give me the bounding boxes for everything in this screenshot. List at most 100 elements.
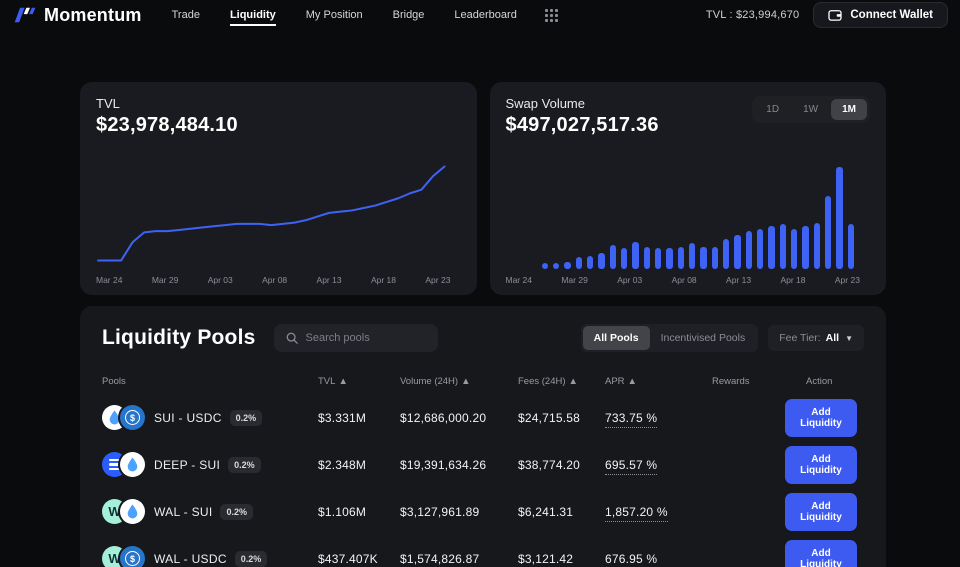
pool-apr: 676.95 %: [605, 552, 712, 566]
pool-cell: W $ WAL - USDC 0.2%: [102, 546, 318, 567]
sort-caret-icon: ▲: [338, 376, 347, 387]
nav-item-liquidity[interactable]: Liquidity: [230, 5, 276, 26]
connect-wallet-button[interactable]: Connect Wallet: [813, 2, 948, 28]
x-axis-label: Apr 08: [672, 275, 697, 285]
volume-bar: [700, 247, 706, 269]
volume-bar: [621, 248, 627, 269]
nav-item-leaderboard[interactable]: Leaderboard: [454, 5, 516, 25]
range-button-1m[interactable]: 1M: [831, 99, 867, 120]
fee-badge: 0.2%: [220, 504, 253, 520]
stat-cards-row: TVL $23,978,484.10 Mar 24Mar 29Apr 03Apr…: [80, 82, 886, 295]
table-row: W WAL - SUI 0.2% $1.106M $3,127,961.89 $…: [80, 488, 886, 535]
add-liquidity-button[interactable]: Add Liquidity: [785, 493, 857, 531]
x-axis-label: Mar 29: [152, 275, 178, 285]
x-axis-label: Mar 29: [561, 275, 587, 285]
add-liquidity-button[interactable]: Add Liquidity: [785, 540, 857, 567]
sui-token-icon: [120, 452, 145, 477]
fee-badge: 0.2%: [235, 551, 268, 567]
pool-cell: DEEP - SUI 0.2%: [102, 452, 318, 477]
col-volume[interactable]: Volume (24H)▲: [400, 376, 518, 387]
x-axis-label: Mar 24: [506, 275, 532, 285]
tvl-chart-x-axis: Mar 24Mar 29Apr 03Apr 08Apr 13Apr 18Apr …: [96, 275, 451, 285]
wallet-icon: [828, 9, 842, 21]
swap-volume-card: Swap Volume $497,027,517.36 1D 1W 1M Mar…: [490, 82, 887, 295]
search-input[interactable]: [306, 332, 426, 344]
pool-apr: 695.57 %: [605, 458, 712, 472]
volume-bar: [836, 167, 842, 269]
pool-pair: DEEP - SUI: [154, 458, 220, 472]
pool-pair: WAL - SUI: [154, 505, 212, 519]
pool-fees: $24,715.58: [518, 411, 605, 425]
top-nav: Momentum Trade Liquidity My Position Bri…: [0, 0, 960, 30]
table-row: W $ WAL - USDC 0.2% $437.407K $1,574,826…: [80, 535, 886, 567]
volume-bar: [768, 226, 774, 269]
sort-caret-icon: ▲: [461, 376, 470, 387]
swap-volume-bar-chart: [508, 147, 855, 269]
volume-bar: [791, 229, 797, 269]
x-axis-label: Apr 13: [726, 275, 751, 285]
col-pools: Pools: [102, 376, 318, 387]
chevron-down-icon: ▼: [845, 334, 853, 343]
table-row: $ SUI - USDC 0.2% $3.331M $12,686,000.20…: [80, 394, 886, 441]
liquidity-pools-panel: Liquidity Pools All Pools Incentivised P…: [80, 306, 886, 567]
col-fees[interactable]: Fees (24H)▲: [518, 376, 605, 387]
usdc-token-icon: $: [120, 405, 145, 430]
add-liquidity-button[interactable]: Add Liquidity: [785, 399, 857, 437]
sort-caret-icon: ▲: [628, 376, 637, 387]
range-selector: 1D 1W 1M: [752, 96, 870, 123]
pool-tvl: $2.348M: [318, 458, 400, 472]
swap-chart-x-axis: Mar 24Mar 29Apr 03Apr 08Apr 13Apr 18Apr …: [506, 275, 861, 285]
range-button-1w[interactable]: 1W: [792, 99, 829, 120]
pool-fees: $6,241.31: [518, 505, 605, 519]
pool-tvl: $3.331M: [318, 411, 400, 425]
volume-bar: [666, 248, 672, 269]
nav-item-my-position[interactable]: My Position: [306, 5, 363, 25]
col-action: Action: [785, 376, 864, 387]
range-button-1d[interactable]: 1D: [755, 99, 790, 120]
volume-bar: [587, 256, 593, 269]
usdc-token-icon: $: [120, 546, 145, 567]
pool-apr: 733.75 %: [605, 411, 712, 425]
pool-cell: W WAL - SUI 0.2%: [102, 499, 318, 524]
nav-item-trade[interactable]: Trade: [172, 5, 200, 25]
fee-badge: 0.2%: [230, 410, 263, 426]
filter-incentivised-pools[interactable]: Incentivised Pools: [650, 326, 757, 350]
volume-bar: [825, 196, 831, 269]
pool-volume: $1,574,826.87: [400, 552, 518, 566]
tvl-card-label: TVL: [96, 96, 461, 111]
brand[interactable]: Momentum: [14, 5, 142, 26]
pool-pair: SUI - USDC: [154, 411, 222, 425]
filter-all-pools[interactable]: All Pools: [583, 326, 650, 350]
sort-caret-icon: ▲: [569, 376, 578, 387]
pool-tvl: $1.106M: [318, 505, 400, 519]
momentum-logo-icon: [14, 6, 37, 24]
pool-search[interactable]: [274, 324, 438, 352]
pools-title: Liquidity Pools: [102, 326, 256, 350]
x-axis-label: Mar 24: [96, 275, 122, 285]
volume-bar: [655, 248, 661, 269]
tvl-line-series: [98, 167, 445, 261]
volume-bar: [689, 243, 695, 269]
col-apr[interactable]: APR▲: [605, 376, 712, 387]
table-row: DEEP - SUI 0.2% $2.348M $19,391,634.26 $…: [80, 441, 886, 488]
volume-bar: [576, 257, 582, 269]
add-liquidity-button[interactable]: Add Liquidity: [785, 446, 857, 484]
volume-bar: [712, 247, 718, 269]
fee-tier-value: All: [826, 332, 839, 344]
pool-fees: $3,121.42: [518, 552, 605, 566]
nav-links: Trade Liquidity My Position Bridge Leade…: [172, 5, 517, 26]
fee-tier-dropdown[interactable]: Fee Tier: All ▼: [768, 325, 864, 351]
x-axis-label: Apr 08: [262, 275, 287, 285]
apps-grid-icon[interactable]: [545, 9, 558, 22]
nav-item-bridge[interactable]: Bridge: [393, 5, 425, 25]
volume-bar: [746, 231, 752, 269]
fee-badge: 0.2%: [228, 457, 261, 473]
fee-tier-label: Fee Tier:: [779, 332, 820, 344]
volume-bar: [598, 253, 604, 269]
col-tvl[interactable]: TVL▲: [318, 376, 400, 387]
volume-bar: [848, 224, 854, 269]
tvl-card: TVL $23,978,484.10 Mar 24Mar 29Apr 03Apr…: [80, 82, 477, 295]
volume-bar: [802, 226, 808, 269]
pool-pair: WAL - USDC: [154, 552, 227, 566]
x-axis-label: Apr 18: [780, 275, 805, 285]
